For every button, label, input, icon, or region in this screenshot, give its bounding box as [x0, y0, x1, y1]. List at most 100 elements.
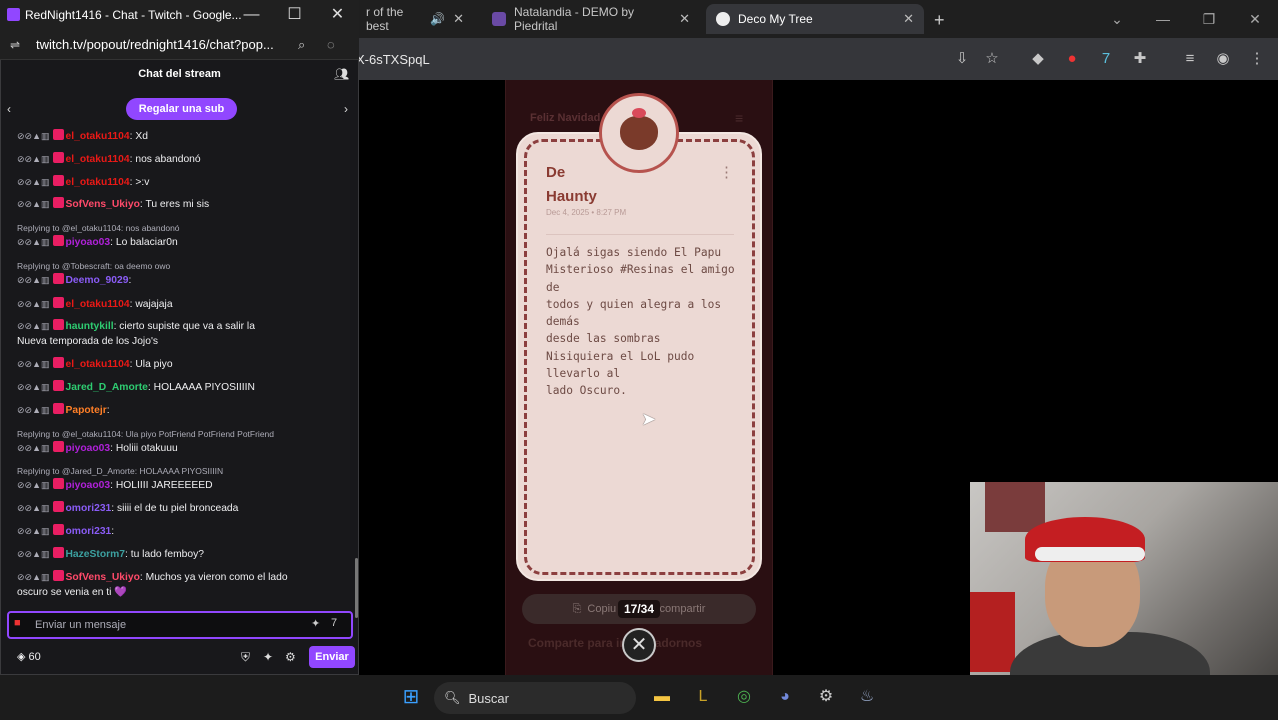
chat-username[interactable]: el_otaku1104	[66, 177, 130, 188]
profile-avatar[interactable]: ◉	[1214, 50, 1232, 68]
close-tab-icon[interactable]: ✕	[679, 11, 690, 27]
chat-username[interactable]: el_otaku1104	[66, 299, 130, 310]
bookmark-star-icon[interactable]: ☆	[983, 50, 1001, 68]
mod-actions-icon[interactable]: ⊘⊘▲▥	[17, 526, 50, 536]
mod-actions-icon[interactable]: ⊘⊘▲▥	[17, 405, 50, 415]
chrome-menu-icon[interactable]: ⋮	[1248, 50, 1266, 68]
vip-icon[interactable]: ✦	[263, 650, 273, 664]
steam-icon[interactable]: ♨	[855, 685, 879, 709]
mod-actions-icon[interactable]: ⊘⊘▲▥	[17, 199, 50, 209]
obs-icon[interactable]: ⚙	[814, 685, 838, 709]
extension-7tv-icon[interactable]: 7	[1097, 50, 1115, 68]
points-icon: ◈	[17, 651, 26, 663]
chat-username[interactable]: el_otaku1104	[66, 131, 130, 142]
expand-tabs-icon[interactable]: ⌄	[1094, 0, 1140, 38]
chat-scrollbar[interactable]	[355, 558, 358, 618]
chat-username[interactable]: el_otaku1104	[66, 359, 130, 370]
settings-gear-icon[interactable]: ⚙	[285, 650, 296, 664]
mod-actions-icon[interactable]: ⊘⊘▲▥	[17, 503, 50, 513]
card-divider	[546, 234, 734, 235]
audio-icon[interactable]: 🔊	[430, 12, 445, 26]
mod-actions-icon[interactable]: ⊘⊘▲▥	[17, 359, 50, 369]
user-list-icon[interactable]: 👥︎	[334, 67, 349, 81]
chrome-tab-2[interactable]: Natalandia - DEMO by Piedrital ✕	[482, 4, 700, 34]
media-control-icon[interactable]: ≡	[1181, 50, 1199, 68]
chat-username[interactable]: SofVens_Ukiyo	[66, 572, 140, 583]
tab-label: r of the best	[366, 5, 404, 33]
mod-actions-icon[interactable]: ⊘⊘▲▥	[17, 321, 50, 331]
chat-message: ⊘⊘▲▥ el_otaku1104: Ula piyo	[0, 356, 355, 373]
mod-actions-icon[interactable]: ⊘⊘▲▥	[17, 177, 50, 187]
chat-username[interactable]: el_otaku1104	[66, 154, 130, 165]
sub-badge-icon	[52, 547, 64, 558]
chat-username[interactable]: omori231	[66, 503, 112, 514]
close-tab-icon[interactable]: ✕	[903, 11, 914, 27]
minimize-icon[interactable]: —	[230, 0, 273, 30]
card-options-icon[interactable]: ⋮	[719, 163, 734, 181]
mod-actions-icon[interactable]: ⊘⊘▲▥	[17, 443, 50, 453]
chat-input[interactable]: Enviar un mensaje	[7, 611, 353, 639]
windows-start-icon[interactable]: ⊞	[399, 685, 423, 709]
league-launcher-icon[interactable]: L	[691, 685, 715, 709]
hide-eye-icon[interactable]: ◌	[327, 37, 335, 52]
chat-username[interactable]: omori231	[66, 526, 112, 537]
close-window-icon[interactable]: ✕	[1232, 0, 1278, 38]
site-settings-icon[interactable]: ⇌	[10, 38, 20, 52]
tab-favicon	[716, 12, 730, 26]
discord-icon[interactable]: ◕	[773, 685, 797, 709]
send-button[interactable]: Enviar	[309, 646, 355, 668]
new-tab-button[interactable]: +	[934, 10, 945, 31]
emote-picker-icon[interactable]: ✦	[311, 617, 320, 630]
channel-points[interactable]: ◈ 60	[17, 650, 41, 663]
chat-username[interactable]: hauntykill	[66, 321, 114, 332]
chrome-icon[interactable]: ◎	[732, 685, 756, 709]
mod-actions-icon[interactable]: ⊘⊘▲▥	[17, 275, 50, 285]
chat-username[interactable]: piyoao03	[66, 237, 111, 248]
close-icon[interactable]: ✕	[316, 0, 359, 30]
minimize-icon[interactable]: —	[1140, 0, 1186, 38]
restore-icon[interactable]: ❐	[1186, 0, 1232, 38]
mod-actions-icon[interactable]: ⊘⊘▲▥	[17, 382, 50, 392]
chat-username[interactable]: SofVens_Ukiyo	[66, 199, 140, 210]
chat-username[interactable]: Papotejr	[66, 405, 107, 416]
close-card-button[interactable]: ✕	[622, 628, 656, 662]
extensions-puzzle-icon[interactable]: ✚	[1131, 50, 1149, 68]
tab-label: Natalandia - DEMO by Piedrital	[514, 5, 635, 33]
chat-username[interactable]: piyoao03	[66, 480, 111, 491]
mod-actions-icon[interactable]: ⊘⊘▲▥	[17, 572, 50, 582]
menu-icon[interactable]: ≡	[735, 110, 743, 126]
mouse-cursor-icon: ➤	[641, 409, 657, 429]
reply-context: Replying to @el_otaku1104: Ula piyo PotF…	[17, 429, 275, 439]
7tv-emote-icon[interactable]: 7	[331, 617, 337, 629]
chevron-right-icon[interactable]: ›	[344, 102, 348, 116]
zoom-icon[interactable]: ⌕	[298, 37, 305, 53]
mod-actions-icon[interactable]: ⊘⊘▲▥	[17, 131, 50, 141]
chrome-tab-1[interactable]: r of the best 🔊 ✕	[356, 4, 474, 34]
chevron-left-icon[interactable]: ‹	[7, 102, 11, 116]
mod-actions-icon[interactable]: ⊘⊘▲▥	[17, 480, 50, 490]
mod-actions-icon[interactable]: ⊘⊘▲▥	[17, 299, 50, 309]
close-tab-icon[interactable]: ✕	[453, 11, 464, 27]
address-bar[interactable]: X-6sTXSpqL	[356, 46, 931, 74]
tab-label: Deco My Tree	[738, 12, 813, 26]
mod-actions-icon[interactable]: ⊘⊘▲▥	[17, 237, 50, 247]
file-explorer-icon[interactable]: ▬	[650, 685, 674, 709]
install-icon[interactable]: ⇩	[953, 50, 971, 68]
chat-text: : Muchos ya vieron como el lado	[139, 572, 288, 583]
chat-username[interactable]: piyoao03	[66, 443, 111, 454]
extension-icon[interactable]: ◆	[1029, 50, 1047, 68]
sub-badge-icon	[52, 501, 64, 512]
chat-username[interactable]: Deemo_9029	[66, 275, 129, 286]
chrome-tab-active[interactable]: Deco My Tree ✕	[706, 4, 924, 34]
shield-icon[interactable]: ⛨	[241, 650, 250, 665]
chat-username[interactable]: Jared_D_Amorte	[66, 382, 148, 393]
taskbar-search[interactable]: 🔍︎ Buscar	[434, 682, 636, 714]
sub-badge-icon	[52, 152, 64, 163]
mod-actions-icon[interactable]: ⊘⊘▲▥	[17, 154, 50, 164]
mod-actions-icon[interactable]: ⊘⊘▲▥	[17, 549, 50, 559]
window-controls: ⌄ — ❐ ✕	[1094, 0, 1278, 38]
extension-red-icon[interactable]: ●	[1063, 50, 1081, 68]
gift-sub-button[interactable]: Regalar una sub	[126, 98, 237, 120]
maximize-icon[interactable]: ☐	[273, 0, 316, 30]
chat-username[interactable]: HazeStorm7	[66, 549, 126, 560]
